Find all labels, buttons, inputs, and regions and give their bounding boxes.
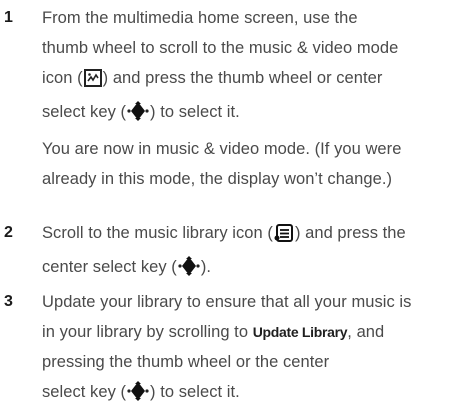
text-line: From the multimedia home screen, use the [42,9,358,27]
text-fragment: ) to select it. [150,103,240,121]
music-video-mode-icon [83,67,102,97]
text-fragment: select key ( [42,383,127,401]
text-line: Update your library to ensure that all y… [42,293,412,311]
text-line: pressing the thumb wheel or the center [42,353,330,371]
step-number: 3 [4,293,13,310]
text-fragment: center select key ( [42,258,177,276]
text-line: already in this mode, the display won’t … [42,170,393,188]
text-line: thumb wheel to scroll to the music & vid… [42,39,399,57]
text-fragment: ) and press the [294,224,406,242]
text-fragment: icon ( [42,69,83,87]
step-number: 1 [4,9,13,26]
text-line: Scroll to the music library icon ( ) and … [42,218,462,252]
text-fragment: select key ( [42,103,127,121]
text-line: in your library by scrolling to Update L… [42,317,462,347]
text-fragment: ) to select it. [150,383,240,401]
text-line: center select key (). [42,252,462,286]
update-library-label: Update Library [252,324,348,340]
text-fragment: ) and press the thumb wheel or center [102,69,383,87]
step-number: 2 [4,224,13,241]
text-line: icon ( ) and press the thumb wheel or cen… [42,63,462,97]
text-line: select key ( ) to select it. [42,377,462,411]
text-fragment: , and [347,323,385,341]
step-note: You are now in music & video mode. (If y… [42,134,462,194]
text-line: You are now in music & video mode. (If y… [42,140,402,158]
step-text: From the multimedia home screen, use the… [42,3,462,131]
center-select-key-icon [127,101,149,131]
music-library-icon [274,222,294,252]
step-text: Scroll to the music library icon ( ) and … [42,218,462,286]
text-fragment: in your library by scrolling to [42,323,253,341]
center-select-key-icon [127,381,149,411]
text-line: select key ( ) to select it. [42,97,462,131]
text-fragment: ). [200,258,212,276]
instruction-page: 1 From the multimedia home screen, use t… [0,0,465,417]
text-fragment: Scroll to the music library icon ( [42,224,273,242]
center-select-key-icon [178,256,200,286]
step-text: Update your library to ensure that all y… [42,287,462,411]
